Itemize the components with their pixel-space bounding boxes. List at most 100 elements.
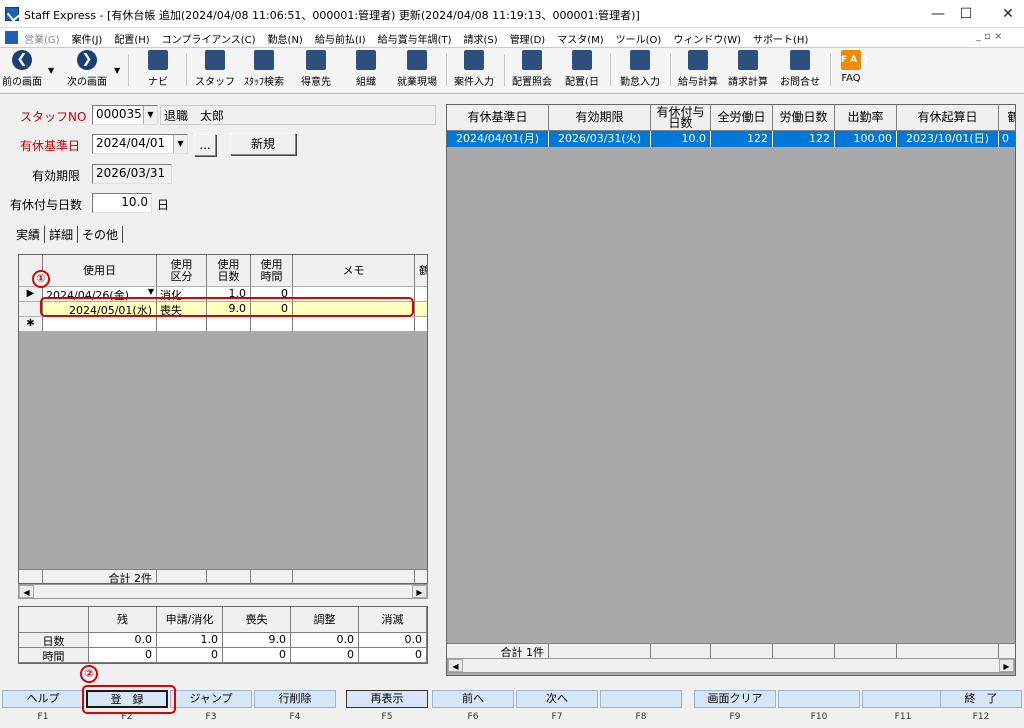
tab-results[interactable]: 実績	[12, 226, 46, 243]
grant-days-input[interactable]: 10.0	[92, 193, 152, 213]
ledger-base-date[interactable]: 2024/04/01(月)	[447, 131, 549, 147]
row1-extra[interactable]	[415, 287, 427, 302]
col-extra[interactable]: 鶴	[415, 255, 427, 287]
menu-billing[interactable]: 請求(S)	[464, 31, 498, 46]
valid-until-field: 2026/03/31	[92, 164, 172, 184]
mdi-controls[interactable]: _ ▫ ×	[976, 31, 1003, 42]
f11-button[interactable]	[862, 690, 944, 708]
site-button[interactable]: 就業現場	[394, 50, 440, 92]
f7-next-button[interactable]: 次へ	[516, 690, 598, 708]
scroll-right-icon[interactable]: ▶	[412, 585, 427, 598]
menu-payroll[interactable]: 給与賞与年調(T)	[378, 31, 452, 46]
col-memo[interactable]: メモ	[293, 255, 415, 287]
staff-button[interactable]: スタッフ	[194, 50, 236, 92]
client-button[interactable]: 得意先	[296, 50, 336, 92]
f6-prev-button[interactable]: 前へ	[432, 690, 514, 708]
f3-jump-button[interactable]: ジャンプ	[170, 690, 252, 708]
ellipsis-button[interactable]: ...	[194, 134, 216, 156]
tab-details[interactable]: 詳細	[45, 226, 79, 243]
col-use-date[interactable]: 使用日	[43, 255, 157, 287]
prev-screen-button[interactable]: ❮ 前の画面	[0, 50, 44, 92]
menu-attendance[interactable]: 勤怠(N)	[268, 31, 303, 46]
f1-help-button[interactable]: ヘルプ	[2, 690, 84, 708]
col-total-work-days[interactable]: 全労働日	[711, 105, 773, 131]
new-row-days[interactable]	[207, 317, 251, 332]
f4-delete-row-button[interactable]: 行削除	[254, 690, 336, 708]
f10-button[interactable]	[778, 690, 860, 708]
menu-sales[interactable]: 営業(G)	[24, 31, 60, 46]
scroll-right-icon[interactable]: ▶	[999, 659, 1014, 672]
staff-no-combo[interactable]: 000035 ▼	[92, 105, 158, 125]
ledger-attendance-rate[interactable]: 100.00	[835, 131, 897, 147]
payroll-calc-label: 給与計算	[678, 77, 718, 88]
menu-compliance[interactable]: コンプライアンス(C)	[162, 31, 256, 46]
new-button[interactable]: 新規	[230, 133, 296, 155]
case-input-icon	[464, 50, 484, 70]
col-use-days[interactable]: 使用 日数	[207, 255, 251, 287]
menu-assign[interactable]: 配置(H)	[114, 31, 149, 46]
case-input-button[interactable]: 案件入力	[450, 50, 498, 92]
inquiry-button[interactable]: お問合せ	[776, 50, 824, 92]
col-work-days[interactable]: 労働日数	[773, 105, 835, 131]
base-date-label: 有休基準日	[20, 139, 81, 153]
close-button[interactable]: ✕	[988, 4, 1024, 24]
prev-dropdown-icon[interactable]: ▼	[48, 66, 54, 75]
col-grant-days[interactable]: 有休付与 日数	[651, 105, 711, 131]
col-ledger-extra[interactable]: 鶴	[999, 105, 1015, 131]
new-row-extra[interactable]	[415, 317, 427, 332]
new-row-date[interactable]	[43, 317, 157, 332]
col-attendance-rate[interactable]: 出勤率	[835, 105, 897, 131]
billing-calc-button[interactable]: 請求計算	[724, 50, 772, 92]
next-screen-button[interactable]: ❯ 次の画面	[62, 50, 112, 92]
col-base-date[interactable]: 有休基準日	[447, 105, 549, 131]
ledger-grant-days[interactable]: 10.0	[651, 131, 711, 147]
ledger-total-cell	[651, 644, 711, 658]
tab-other[interactable]: その他	[78, 226, 124, 243]
chevron-down-icon[interactable]: ▼	[148, 287, 154, 296]
ledger-work-days[interactable]: 122	[773, 131, 835, 147]
usage-total-row: 合計 2件	[19, 569, 427, 583]
next-dropdown-icon[interactable]: ▼	[114, 66, 120, 75]
f9-clear-button[interactable]: 画面クリア	[694, 690, 776, 708]
new-row-hours[interactable]	[251, 317, 293, 332]
col-use-type[interactable]: 使用 区分	[157, 255, 207, 287]
base-date-combo[interactable]: 2024/04/01 ▼	[92, 134, 188, 154]
assign-day-button[interactable]: 配置(日	[560, 50, 604, 92]
ledger-extra[interactable]: 0	[999, 131, 1015, 147]
assign-inquiry-button[interactable]: 配置照会	[508, 50, 556, 92]
scroll-left-icon[interactable]: ◀	[448, 659, 463, 672]
col-use-hours[interactable]: 使用 時間	[251, 255, 293, 287]
col-start-date[interactable]: 有休起算日	[897, 105, 999, 131]
new-row[interactable]: ✱	[19, 317, 427, 332]
org-button[interactable]: 組織	[346, 50, 386, 92]
ledger-valid-until[interactable]: 2026/03/31(火)	[549, 131, 651, 147]
menu-window[interactable]: ウィンドウ(W)	[673, 31, 741, 46]
scroll-left-icon[interactable]: ◀	[19, 585, 34, 598]
navi-button[interactable]: ナビ	[138, 50, 178, 92]
ledger-total-work-days[interactable]: 122	[711, 131, 773, 147]
menu-master[interactable]: マスタ(M)	[557, 31, 603, 46]
row2-extra[interactable]	[415, 302, 427, 317]
menu-support[interactable]: サポート(H)	[753, 31, 808, 46]
attendance-input-button[interactable]: 勤怠入力	[616, 50, 664, 92]
menu-tools[interactable]: ツール(O)	[616, 31, 662, 46]
new-row-memo[interactable]	[293, 317, 415, 332]
payroll-calc-button[interactable]: 給与計算	[674, 50, 722, 92]
menu-admin[interactable]: 管理(D)	[510, 31, 546, 46]
f12-exit-button[interactable]: 終 了	[940, 690, 1022, 708]
faq-button[interactable]: F A Q FAQ	[834, 50, 868, 92]
usage-grid-hscroll[interactable]: ◀ ▶	[18, 584, 428, 599]
ledger-start-date[interactable]: 2023/10/01(日)	[897, 131, 999, 147]
ledger-grid-hscroll[interactable]: ◀ ▶	[447, 658, 1015, 673]
chevron-down-icon[interactable]: ▼	[173, 135, 187, 153]
staff-search-button[interactable]: ｽﾀｯﾌ検索	[240, 50, 288, 92]
f8-button[interactable]	[600, 690, 682, 708]
f5-refresh-button[interactable]: 再表示	[346, 690, 428, 708]
menu-prepay[interactable]: 給与前払(I)	[315, 31, 366, 46]
col-valid-until[interactable]: 有効期限	[549, 105, 651, 131]
toolbar-separator	[670, 54, 671, 86]
maximize-button[interactable]: ☐	[946, 4, 986, 24]
chevron-down-icon[interactable]: ▼	[143, 106, 157, 124]
new-row-type[interactable]	[157, 317, 207, 332]
menu-case[interactable]: 案件(J)	[72, 31, 103, 46]
